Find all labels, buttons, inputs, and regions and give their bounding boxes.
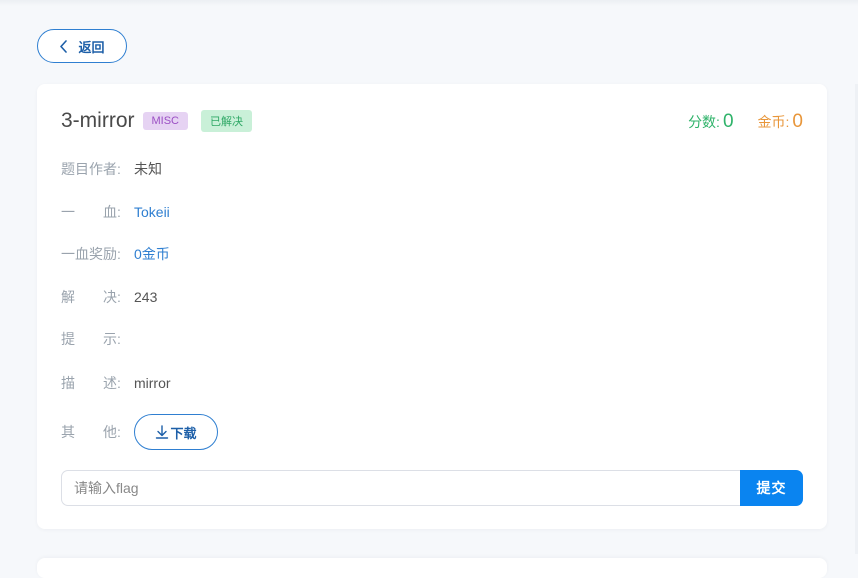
submit-button[interactable]: 提交 (740, 470, 803, 506)
flag-input[interactable] (61, 470, 740, 506)
coin: 金币: 0 (758, 111, 803, 133)
score-label: 分数: (688, 114, 720, 130)
challenge-title: 3-mirror (61, 109, 135, 132)
back-button-label: 返回 (78, 39, 105, 55)
challenge-card: 3-mirror MISC 已解决 分数: 0 金币: 0 题目作者: 未知 一 血… (37, 84, 827, 529)
score-summary: 分数: 0 金币: 0 (688, 111, 803, 133)
next-card (37, 558, 827, 578)
status-badge: 已解决 (201, 110, 252, 132)
score-value: 0 (722, 111, 734, 132)
info-label: 一 血: (61, 204, 121, 220)
info-label: 一血奖励: (61, 246, 121, 262)
info-value: 0金币 (134, 246, 170, 262)
category-tag: MISC (142, 112, 188, 130)
info-row-description: 描 述: mirror (61, 373, 171, 393)
info-value: 243 (134, 289, 158, 305)
chevron-left-icon (59, 39, 68, 53)
score: 分数: 0 (688, 111, 733, 133)
info-row-solves: 解 决: 243 (61, 287, 157, 307)
info-row-first-blood-reward: 一血奖励: 0金币 (61, 244, 170, 264)
info-row-first-blood: 一 血: Tokeii (61, 202, 170, 222)
back-button[interactable]: 返回 (37, 29, 127, 63)
download-icon (156, 425, 169, 439)
info-row-other: 其 他: 下载 (61, 414, 218, 450)
info-label: 提 示: (61, 331, 121, 347)
info-label: 解 决: (61, 289, 121, 305)
download-button-label: 下载 (170, 425, 197, 441)
flag-submit-form: 提交 (61, 470, 803, 506)
coin-label: 金币: (757, 114, 790, 130)
challenge-header: 3-mirror MISC 已解决 (61, 109, 252, 133)
info-label: 题目作者: (61, 161, 121, 177)
info-row-hint: 提 示: (61, 329, 134, 349)
info-row-author: 题目作者: 未知 (61, 159, 162, 179)
download-button[interactable]: 下载 (134, 414, 218, 450)
info-value: 未知 (134, 161, 162, 177)
info-value: mirror (134, 375, 171, 391)
info-label: 描 述: (61, 375, 121, 391)
info-label: 其 他: (61, 424, 121, 440)
first-blood-user-link[interactable]: Tokeii (134, 204, 170, 220)
top-bar-shadow (0, 0, 858, 6)
coin-value: 0 (792, 111, 803, 132)
